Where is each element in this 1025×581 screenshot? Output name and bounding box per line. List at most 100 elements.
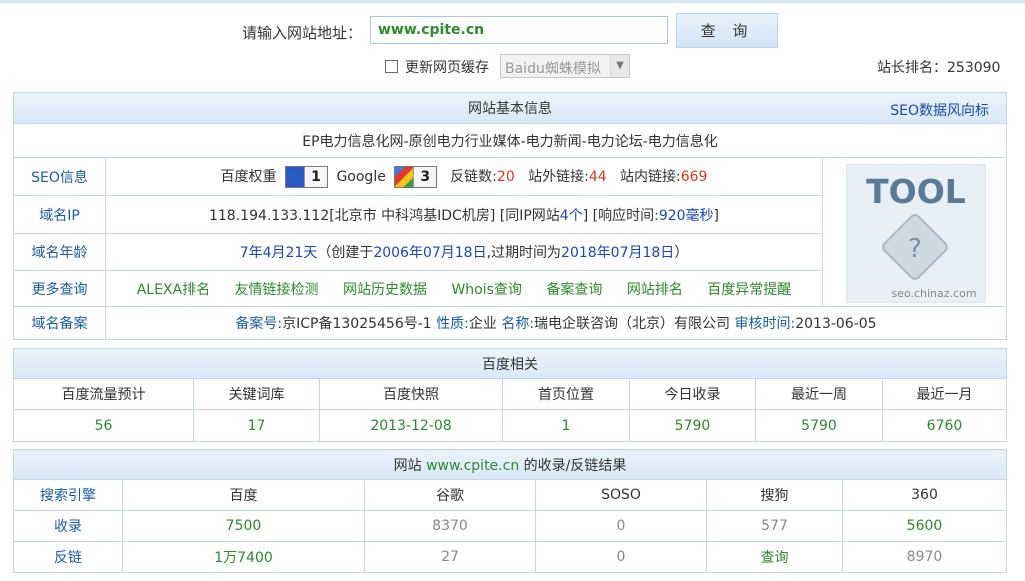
engine-title-prefix: 网站 <box>393 457 422 474</box>
alexa-link[interactable]: ALEXA排名 <box>137 282 210 298</box>
baidu-header-week: 最近一周 <box>755 378 883 410</box>
icp-no-label: 备案号: <box>235 316 283 332</box>
basic-info-title: 网站基本信息 <box>468 101 552 117</box>
baidu-alert-link[interactable]: 百度异常提醒 <box>707 282 791 298</box>
seo-info-cell: 百度权重 🐾 1 Google 3 反链数:20 站外链接:44 站内链接:669 <box>105 157 823 196</box>
indexed-soso[interactable]: 0 <box>535 510 707 542</box>
history-data-link[interactable]: 网站历史数据 <box>343 282 427 298</box>
baidu-header-traffic: 百度流量预计 <box>13 378 194 410</box>
site-thumbnail[interactable]: TOOL ? seo.chinaz.com <box>846 164 986 303</box>
engine-results-table: 网站 www.cpite.cn 的收录/反链结果 搜索引擎 百度 谷歌 SOSO… <box>13 449 1007 573</box>
icp-name-value: 瑞电企联咨询（北京）有限公司 <box>534 316 731 332</box>
engine-header-google: 谷歌 <box>364 479 536 511</box>
refresh-cache-checkbox[interactable] <box>385 60 398 73</box>
inlinks-value[interactable]: 669 <box>681 169 708 185</box>
backlink-baidu[interactable]: 1万7400 <box>122 541 365 573</box>
icp-query-link[interactable]: 备案查询 <box>546 282 602 298</box>
baidu-traffic-value[interactable]: 56 <box>13 409 194 442</box>
ua-select-value: Baidu蜘蛛模拟 <box>505 61 601 77</box>
indexed-row-label: 收录 <box>13 510 123 542</box>
indexed-baidu[interactable]: 7500 <box>122 510 365 542</box>
expire-date: 2018年07月18日 <box>561 245 675 261</box>
backlink-soso[interactable]: 0 <box>535 541 707 573</box>
google-pr-badge[interactable]: 3 <box>394 165 438 188</box>
seo-info-label: SEO信息 <box>13 157 106 196</box>
seo-trend-link[interactable]: SEO数据风向标 <box>890 100 989 120</box>
rank-value: 253090 <box>947 60 1001 76</box>
icp-cell: 备案号:京ICP备13025456号-1 性质:企业 名称:瑞电企联咨询（北京）… <box>105 306 1007 340</box>
engine-header-label: 搜索引擎 <box>13 479 123 511</box>
backlinks-label: 反链数: <box>450 168 497 185</box>
same-ip-label: [同IP网站 <box>499 207 560 224</box>
indexed-google[interactable]: 8370 <box>364 510 536 542</box>
search-label: 请输入网站地址： <box>242 24 363 42</box>
baidu-home-position-value[interactable]: 1 <box>502 409 630 442</box>
refresh-cache-label: 更新网页缓存 <box>405 60 489 76</box>
engine-title-suffix: 的收录/反链结果 <box>523 457 627 474</box>
baidu-month-value[interactable]: 6760 <box>882 409 1007 442</box>
backlink-sogou-query-link[interactable]: 查询 <box>706 541 843 573</box>
google-icon <box>395 166 414 187</box>
basic-info-header: 网站基本信息 SEO数据风向标 <box>13 92 1007 124</box>
engine-title-site: www.cpite.cn <box>426 457 520 474</box>
query-button[interactable]: 查 询 <box>676 13 778 48</box>
ua-select[interactable]: Baidu蜘蛛模拟 ▼ <box>500 54 630 78</box>
baidu-header-snapshot: 百度快照 <box>319 378 503 410</box>
outlinks-value[interactable]: 44 <box>589 169 607 185</box>
same-ip-count[interactable]: 4个 <box>560 208 583 224</box>
backlink-google[interactable]: 27 <box>364 541 536 573</box>
expire-label: ,过期时间为 <box>486 245 562 261</box>
baidu-weight-label: 百度权重 <box>220 168 277 185</box>
icp-type-label: 性质: <box>436 316 469 332</box>
age-close: ） <box>674 245 689 261</box>
icp-time-value: 2013-06-05 <box>795 316 877 332</box>
created-label: （创建于 <box>317 245 374 261</box>
icp-name-label: 名称: <box>501 316 535 332</box>
google-label: Google <box>336 168 386 185</box>
engine-results-header: 网站 www.cpite.cn 的收录/反链结果 <box>13 449 1007 480</box>
baidu-keywords-value[interactable]: 17 <box>193 409 320 442</box>
site-title: EP电力信息化网-原创电力行业媒体-电力新闻-电力论坛-电力信息化 <box>13 123 1007 158</box>
domain-ip-cell: 118.194.133.112[北京市 中科鸿基IDC机房] [同IP网站4个]… <box>105 195 823 234</box>
domain-age-cell: 7年4月21天（创建于2006年07月18日,过期时间为2018年07月18日） <box>105 233 823 271</box>
more-query-label: 更多查询 <box>13 270 106 307</box>
icp-label: 域名备案 <box>13 306 106 340</box>
engine-header-360: 360 <box>842 479 1007 511</box>
resp-time-close: ] <box>713 207 720 224</box>
inlinks-label: 站内链接: <box>620 168 681 185</box>
chevron-down-icon: ▼ <box>610 55 629 77</box>
backlink-row-label: 反链 <box>13 541 123 573</box>
icp-time-label: 审核时间: <box>734 316 796 332</box>
engine-header-soso: SOSO <box>535 479 707 511</box>
thumbnail-big-text: TOOL <box>866 172 966 211</box>
ip-value: 118.194.133.112[北京市 中科鸿基IDC机房] <box>208 207 496 224</box>
engine-header-sogou: 搜狗 <box>706 479 843 511</box>
baidu-week-value[interactable]: 5790 <box>755 409 883 442</box>
more-query-cell: ALEXA排名 友情链接检测 网站历史数据 Whois查询 备案查询 网站排名 … <box>105 270 823 307</box>
whois-link[interactable]: Whois查询 <box>451 282 521 298</box>
friend-link-check-link[interactable]: 友情链接检测 <box>235 282 319 298</box>
icp-type-value: 企业 <box>468 316 497 332</box>
site-rank-link[interactable]: 网站排名 <box>627 282 683 298</box>
resp-time-label: [响应时间: <box>592 207 659 224</box>
rank-label: 站长排名： <box>877 60 947 76</box>
same-ip-close: ] <box>582 207 589 224</box>
indexed-360[interactable]: 5600 <box>842 510 1007 542</box>
baidu-paw-icon: 🐾 <box>286 166 304 187</box>
baidu-weight-badge[interactable]: 🐾 1 <box>285 165 328 188</box>
icp-no-value: 京ICP备13025456号-1 <box>282 316 432 332</box>
baidu-header-keywords: 关键词库 <box>193 378 320 410</box>
backlinks-value[interactable]: 20 <box>497 169 515 185</box>
question-diamond-icon: ? <box>882 214 948 280</box>
baidu-snapshot-value[interactable]: 2013-12-08 <box>319 409 503 442</box>
created-date: 2006年07月18日 <box>373 245 487 261</box>
baidu-today-value[interactable]: 5790 <box>629 409 756 442</box>
url-input[interactable] <box>370 16 668 44</box>
resp-time-value: 920毫秒 <box>658 207 714 224</box>
baidu-related-table: 百度相关 百度流量预计 关键词库 百度快照 首页位置 今日收录 最近一周 最近一… <box>13 348 1007 442</box>
backlink-360[interactable]: 8970 <box>842 541 1007 573</box>
baidu-header-today: 今日收录 <box>629 378 756 410</box>
google-pr-value: 3 <box>413 166 437 187</box>
domain-age-label: 域名年龄 <box>13 233 106 271</box>
indexed-sogou[interactable]: 577 <box>706 510 843 542</box>
